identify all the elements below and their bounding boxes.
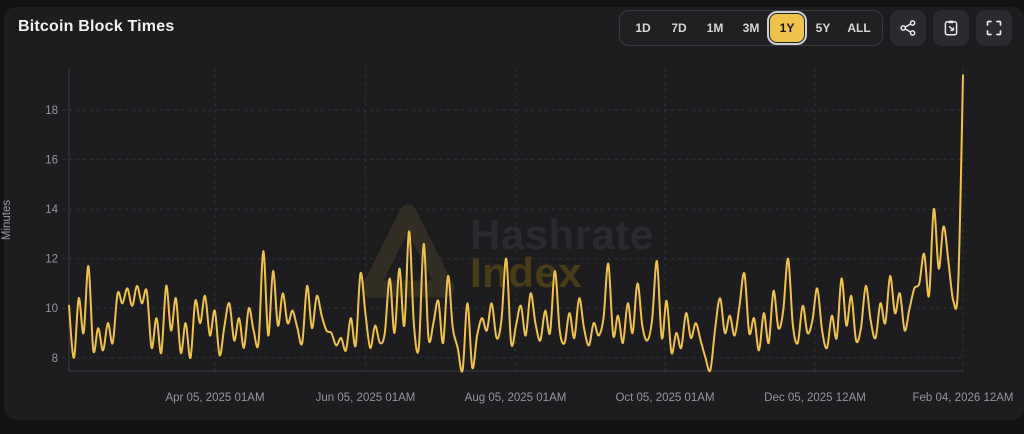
x-tick-label: Feb 04, 2026 12AM (912, 392, 1013, 404)
y-tick-label: 10 (45, 303, 58, 315)
y-tick-label: 8 (52, 353, 58, 365)
x-tick-label: Oct 05, 2025 01AM (615, 392, 714, 404)
y-tick-label: 14 (45, 204, 58, 216)
x-tick-label: Aug 05, 2025 01AM (465, 392, 567, 404)
x-tick-label: Apr 05, 2025 01AM (165, 392, 264, 404)
y-tick-label: 12 (45, 254, 58, 266)
y-tick-label: 16 (45, 155, 58, 167)
y-tick-label: 18 (45, 105, 58, 117)
x-tick-label: Jun 05, 2025 01AM (316, 392, 416, 404)
block-times-widget: Bitcoin Block Times 1D7D1M3M1Y5YALL (0, 0, 1024, 434)
block-times-chart[interactable]: 8 10 12 14 16 18 Apr 05, 2025 01AM Jun 05, 2025… (0, 0, 1024, 434)
x-tick-label: Dec 05, 2025 12AM (764, 392, 866, 404)
